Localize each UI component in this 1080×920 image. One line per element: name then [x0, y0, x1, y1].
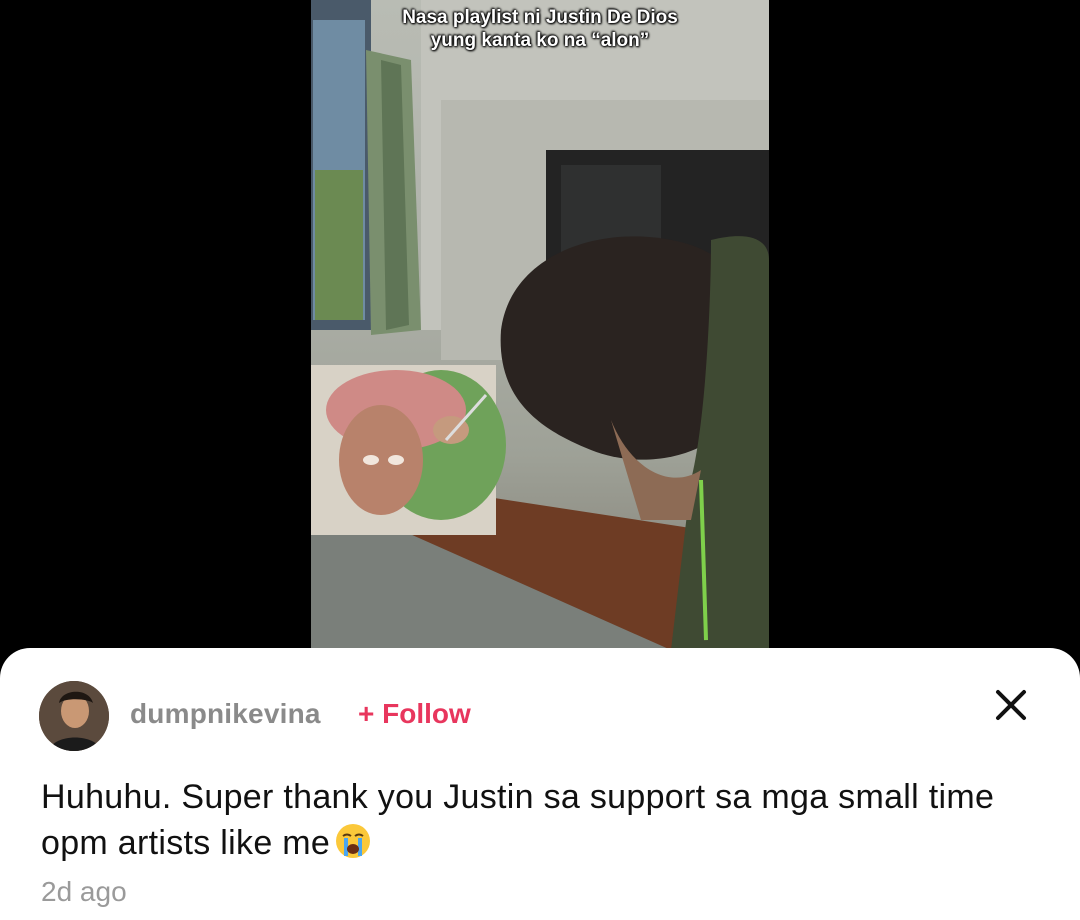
video-thumbnail	[311, 0, 769, 650]
comment-body: Huhuhu. Super thank you Justin sa suppor…	[41, 778, 995, 862]
video-frame[interactable]: Nasa playlist ni Justin De Dios yung kan…	[311, 0, 769, 650]
close-button[interactable]	[990, 684, 1032, 726]
caption-line-2: yung kanta ko na “alon”	[430, 30, 650, 51]
comment-text: Huhuhu. Super thank you Justin sa suppor…	[41, 774, 1001, 866]
avatar[interactable]	[39, 681, 109, 751]
follow-button[interactable]: + Follow	[358, 698, 471, 730]
caption-line-1: Nasa playlist ni Justin De Dios	[402, 7, 678, 28]
crying-face-emoji-icon	[334, 822, 372, 860]
comment-sheet: dumpnikevina + Follow Huhuhu. Super than…	[0, 648, 1080, 920]
close-icon	[996, 690, 1026, 720]
avatar-image	[39, 681, 109, 751]
comment-timestamp: 2d ago	[41, 876, 127, 907]
video-caption: Nasa playlist ni Justin De Dios yung kan…	[311, 6, 769, 52]
comment-username[interactable]: dumpnikevina	[130, 698, 321, 730]
